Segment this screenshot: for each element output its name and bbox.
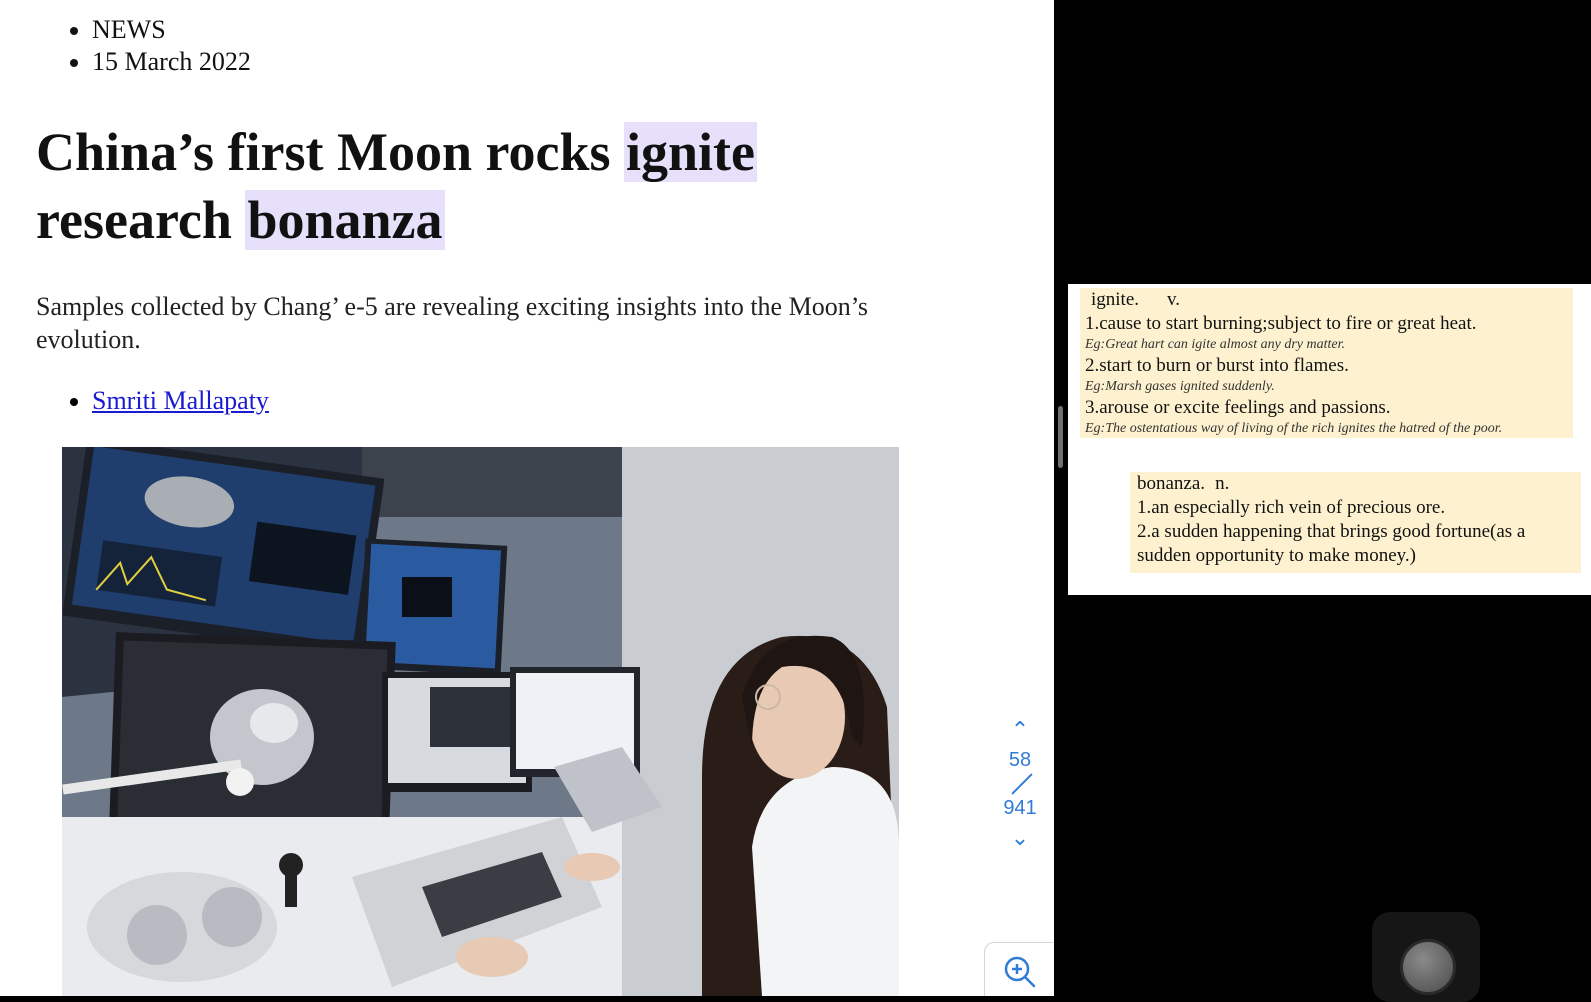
sense-example: Eg:The ostentatious way of living of the… [1085, 421, 1503, 436]
article-title: China’s first Moon rocks ignite research… [36, 118, 936, 254]
dictionary-entry-bonanza: bonanza. n. 1.an especially rich vein of … [1130, 472, 1581, 573]
highlighted-word-ignite[interactable]: ignite [624, 122, 758, 182]
article-viewer[interactable]: NEWS 15 March 2022 China’s first Moon ro… [0, 0, 1054, 996]
article-subtitle: Samples collected by Chang’ e-5 are reve… [36, 292, 869, 354]
entry-pos: n. [1215, 473, 1230, 494]
article-photo [62, 447, 899, 996]
lab-photo-illustration [62, 447, 899, 996]
page-navigator: ⌃ 58 941 ⌄ [996, 712, 1044, 856]
title-text: China’s first Moon rocks [36, 122, 625, 182]
entry-word: ignite. [1091, 289, 1140, 310]
title-text: research [36, 190, 246, 250]
author-link[interactable]: Smriti Mallapaty [92, 386, 269, 415]
entry-header: ignite. v. [1085, 288, 1573, 312]
sense-definition: 1.an especially rich vein of precious or… [1137, 497, 1446, 518]
dictionary-panel: ignite. v. 1.cause to start burning;subje… [1068, 284, 1591, 595]
current-page: 58 [1008, 749, 1032, 771]
dictionary-entry-ignite: ignite. v. 1.cause to start burning;subje… [1080, 288, 1573, 438]
sense-example: Eg:Great hart can igite almost any dry m… [1085, 337, 1346, 352]
author-item: Smriti Mallapaty [92, 385, 269, 417]
entry-pos: v. [1167, 289, 1181, 310]
article-meta: NEWS 15 March 2022 [62, 14, 251, 78]
chevron-up-icon[interactable]: ⌃ [996, 712, 1044, 748]
chevron-down-icon[interactable]: ⌄ [996, 820, 1044, 856]
entry-word: bonanza. [1137, 473, 1206, 494]
sense-definition: 3.arouse or excite feelings and passions… [1085, 397, 1391, 418]
publish-date: 15 March 2022 [92, 46, 251, 78]
entry-header: bonanza. n. [1137, 472, 1581, 496]
zoom-in-icon [1004, 956, 1036, 988]
author-list: Smriti Mallapaty [62, 385, 269, 417]
sense-definition: 1.cause to start burning;subject to fire… [1085, 313, 1477, 334]
sense-definition: 2.a sudden happening that brings good fo… [1137, 521, 1526, 566]
zoom-in-button[interactable] [984, 942, 1054, 996]
highlighted-word-bonanza[interactable]: bonanza [245, 190, 445, 250]
sense-example: Eg:Marsh gases ignited suddenly. [1085, 379, 1275, 394]
section-label: NEWS [92, 14, 251, 46]
sense-definition: 2.start to burn or burst into flames. [1085, 355, 1349, 376]
page-separator [996, 772, 1044, 796]
total-pages: 941 [1003, 797, 1037, 819]
assistive-touch-button[interactable] [1400, 939, 1456, 995]
split-view-handle[interactable] [1058, 406, 1063, 468]
